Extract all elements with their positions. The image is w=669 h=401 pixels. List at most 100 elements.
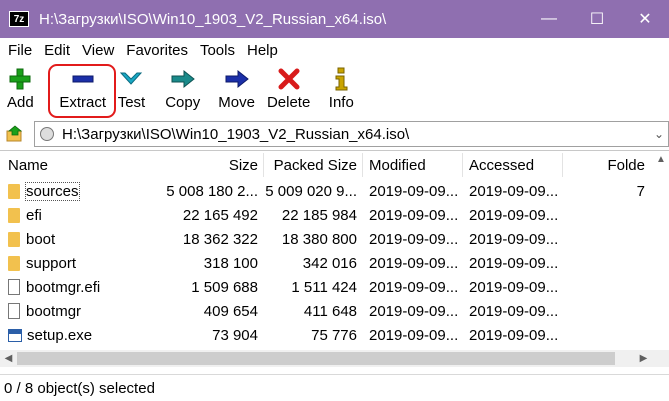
cell-accessed: 2019-09-09... bbox=[469, 206, 559, 224]
up-folder-button[interactable] bbox=[2, 121, 28, 147]
copy-button[interactable]: Copy bbox=[162, 62, 203, 116]
path-text: H:\Загрузки\ISO\Win10_1903_V2_Russian_x6… bbox=[62, 125, 410, 143]
column-modified[interactable]: Modified bbox=[369, 151, 459, 179]
table-row[interactable]: efi 22 165 492 22 185 984 2019-09-09... 2019… bbox=[0, 203, 669, 227]
chevron-down-icon[interactable]: ⌄ bbox=[654, 127, 664, 141]
folder-icon bbox=[8, 183, 20, 199]
cell-folders bbox=[580, 275, 645, 299]
table-row[interactable]: sources 5 008 180 2... 5 009 020 9... 2019-… bbox=[0, 179, 669, 203]
cell-packed-size: 342 016 bbox=[302, 254, 357, 272]
menu-tools[interactable]: Tools bbox=[194, 42, 241, 59]
cell-modified: 2019-09-09... bbox=[369, 206, 459, 224]
info-icon bbox=[335, 67, 348, 91]
cell-accessed: 2019-09-09... bbox=[469, 254, 559, 272]
horizontal-scrollbar[interactable]: ◀ ▶ bbox=[0, 350, 669, 367]
cell-folders bbox=[580, 299, 645, 323]
scroll-thumb[interactable] bbox=[17, 352, 615, 365]
cell-accessed: 2019-09-09... bbox=[469, 326, 559, 344]
path-field[interactable]: H:\Загрузки\ISO\Win10_1903_V2_Russian_x6… bbox=[34, 121, 669, 147]
vertical-scrollbar[interactable]: ▲ bbox=[652, 150, 669, 350]
highlight-ring bbox=[47, 64, 116, 118]
cell-size: 73 904 bbox=[212, 326, 258, 344]
table-row[interactable]: support 318 100 342 016 2019-09-09... 2019-0… bbox=[0, 251, 669, 275]
move-button[interactable]: Move bbox=[215, 62, 258, 116]
table-row[interactable]: setup.exe 73 904 75 776 2019-09-09... 2019-0… bbox=[0, 323, 669, 347]
cell-accessed: 2019-09-09... bbox=[469, 182, 559, 200]
cell-folders bbox=[580, 323, 645, 347]
column-divider[interactable] bbox=[362, 153, 363, 177]
cell-modified: 2019-09-09... bbox=[369, 326, 459, 344]
column-divider[interactable] bbox=[562, 153, 563, 177]
table-row[interactable]: boot 18 362 322 18 380 800 2019-09-09... 201… bbox=[0, 227, 669, 251]
file-icon bbox=[8, 279, 20, 295]
delete-button[interactable]: Delete bbox=[264, 62, 313, 116]
column-folders[interactable]: Folde bbox=[580, 151, 645, 179]
scroll-left-arrow-icon[interactable]: ◀ bbox=[0, 350, 17, 367]
cell-modified: 2019-09-09... bbox=[369, 302, 459, 320]
menu-edit[interactable]: Edit bbox=[38, 42, 76, 59]
close-button[interactable]: ✕ bbox=[621, 0, 669, 38]
folder-icon bbox=[8, 207, 20, 223]
checkmark-icon bbox=[120, 72, 143, 85]
copy-label: Copy bbox=[165, 94, 201, 111]
item-name: bootmgr.efi bbox=[26, 278, 101, 296]
selection-status: 0 / 8 object(s) selected bbox=[4, 379, 155, 397]
cell-packed-size: 22 185 984 bbox=[281, 206, 357, 224]
menu-bar: File Edit View Favorites Tools Help bbox=[0, 38, 669, 62]
toolbar: Add Extract Test Copy Move Delete Info bbox=[0, 62, 669, 118]
column-packed-size[interactable]: Packed Size bbox=[264, 151, 357, 179]
delete-label: Delete bbox=[266, 94, 311, 111]
item-name: sources bbox=[25, 181, 80, 201]
cell-name: efi bbox=[8, 203, 158, 227]
cell-name: boot bbox=[8, 227, 158, 251]
test-label: Test bbox=[117, 94, 146, 111]
cell-name: sources bbox=[8, 179, 158, 203]
add-button[interactable]: Add bbox=[4, 62, 37, 116]
info-label: Info bbox=[328, 94, 354, 111]
cell-packed-size: 18 380 800 bbox=[281, 230, 357, 248]
column-accessed[interactable]: Accessed bbox=[469, 151, 559, 179]
status-bar: 0 / 8 object(s) selected bbox=[0, 374, 669, 401]
extract-button[interactable]: Extract bbox=[47, 62, 116, 118]
cell-accessed: 2019-09-09... bbox=[469, 278, 559, 296]
minimize-button[interactable]: — bbox=[525, 0, 573, 38]
copy-arrow-icon bbox=[171, 69, 195, 89]
folder-icon bbox=[8, 231, 20, 247]
disc-icon bbox=[40, 127, 54, 141]
cell-size: 409 654 bbox=[203, 302, 258, 320]
app-icon: 7z bbox=[9, 11, 29, 27]
window-controls: — ☐ ✕ bbox=[525, 0, 669, 38]
cell-size: 18 362 322 bbox=[182, 230, 258, 248]
cell-folders bbox=[580, 227, 645, 251]
exe-icon bbox=[8, 328, 22, 342]
table-row[interactable]: bootmgr.efi 1 509 688 1 511 424 2019-09-09.… bbox=[0, 275, 669, 299]
info-button[interactable]: Info bbox=[325, 62, 357, 116]
scroll-up-arrow-icon[interactable]: ▲ bbox=[656, 154, 666, 165]
address-bar: H:\Загрузки\ISO\Win10_1903_V2_Russian_x6… bbox=[0, 120, 669, 148]
menu-view[interactable]: View bbox=[76, 42, 120, 59]
test-button[interactable]: Test bbox=[115, 62, 149, 116]
menu-favorites[interactable]: Favorites bbox=[120, 42, 194, 59]
menu-help[interactable]: Help bbox=[241, 42, 284, 59]
file-icon bbox=[8, 303, 20, 319]
table-row[interactable]: bootmgr 409 654 411 648 2019-09-09... 2019-0… bbox=[0, 299, 669, 323]
maximize-button[interactable]: ☐ bbox=[573, 0, 621, 38]
list-header: Name Size Packed Size Modified Accessed … bbox=[0, 151, 669, 179]
cell-size: 318 100 bbox=[203, 254, 258, 272]
scroll-right-arrow-icon[interactable]: ▶ bbox=[635, 350, 652, 367]
file-list: Name Size Packed Size Modified Accessed … bbox=[0, 150, 669, 372]
folder-up-icon bbox=[6, 125, 23, 142]
move-label: Move bbox=[218, 94, 255, 111]
column-divider[interactable] bbox=[462, 153, 463, 177]
cell-modified: 2019-09-09... bbox=[369, 182, 459, 200]
cell-name: bootmgr.efi bbox=[8, 275, 158, 299]
cell-packed-size: 5 009 020 9... bbox=[265, 182, 357, 200]
cell-folders bbox=[580, 203, 645, 227]
cell-accessed: 2019-09-09... bbox=[469, 230, 559, 248]
column-size[interactable]: Size bbox=[160, 151, 258, 179]
cell-packed-size: 1 511 424 bbox=[291, 278, 357, 296]
item-name: setup.exe bbox=[27, 326, 93, 344]
menu-file[interactable]: File bbox=[2, 42, 38, 59]
column-name[interactable]: Name bbox=[8, 151, 128, 179]
title-bar: 7z H:\Загрузки\ISO\Win10_1903_V2_Russian… bbox=[0, 0, 669, 38]
